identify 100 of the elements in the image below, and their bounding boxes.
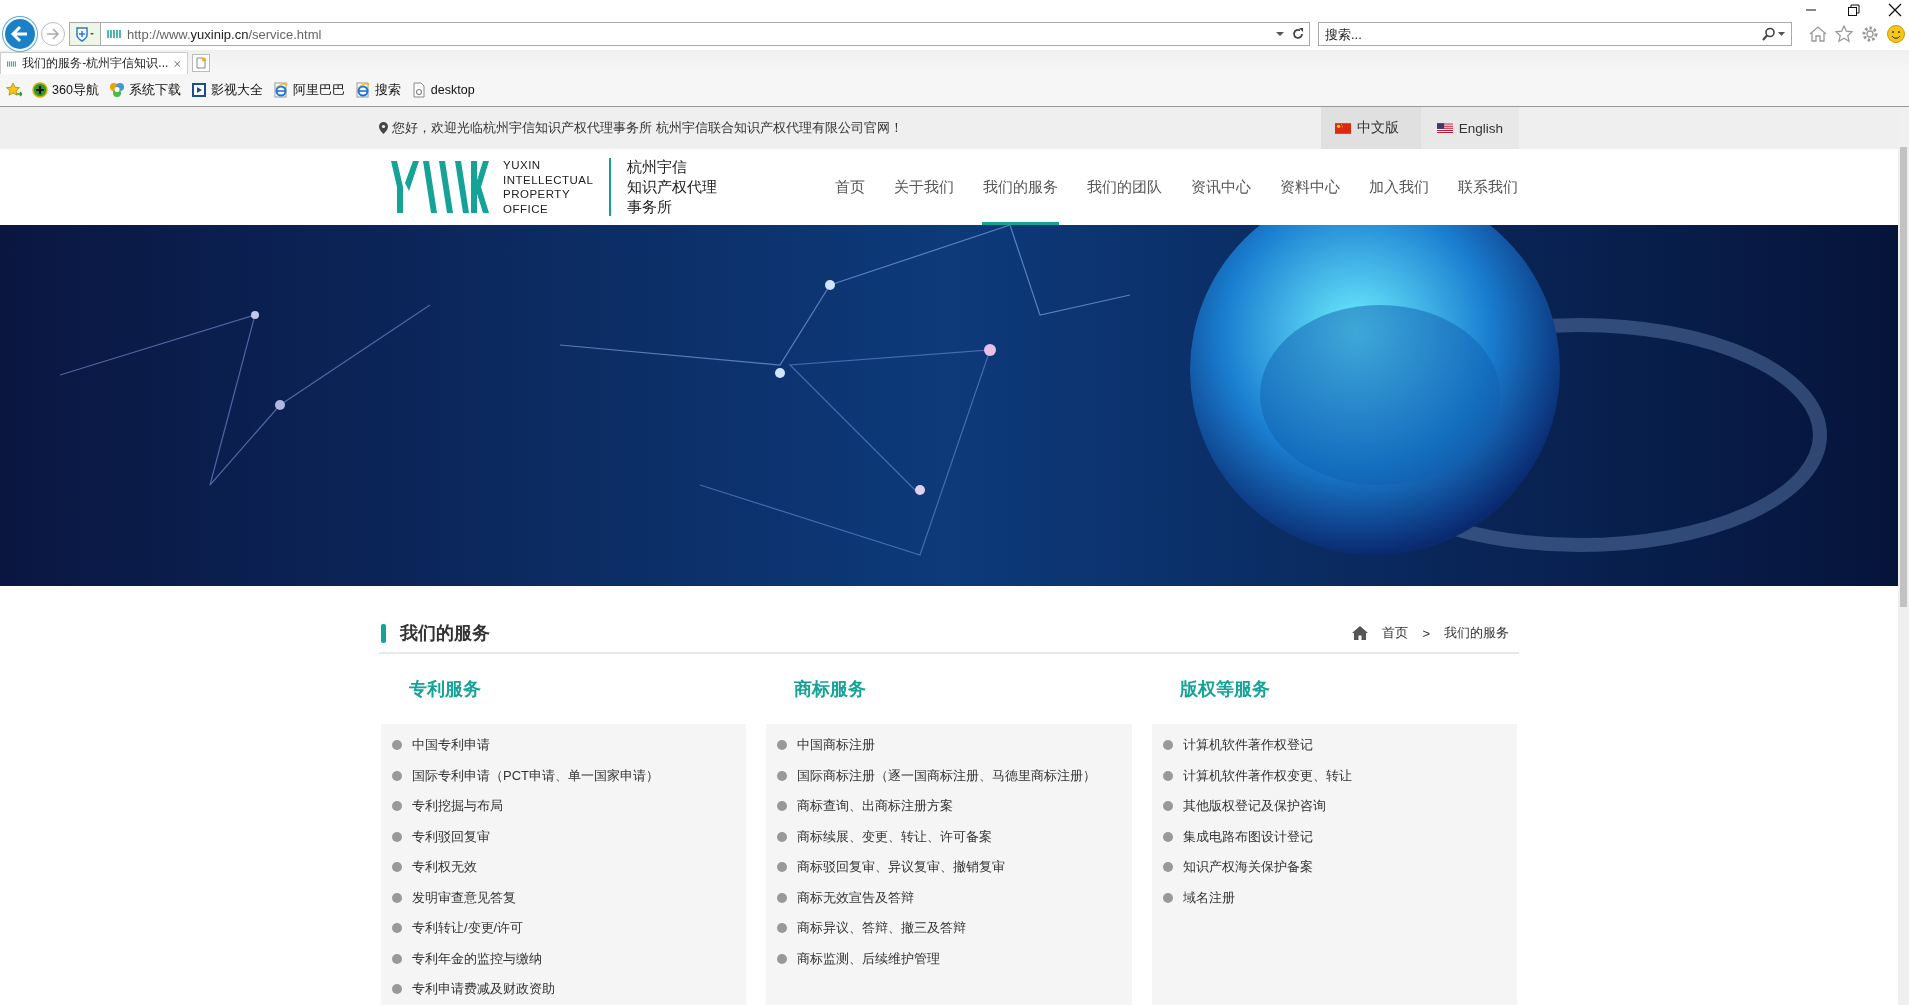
service-link[interactable]: 专利挖掘与布局 [412,797,503,816]
bullet-icon [777,892,788,903]
bullet-icon [392,770,402,781]
nav-link[interactable]: 我们的团队 [1086,149,1163,225]
breadcrumb-link[interactable]: 首页 [1382,624,1409,642]
bullet-icon [1162,770,1173,781]
service-link[interactable]: 计算机软件著作权变更、转让 [1182,766,1352,785]
flower-icon [108,82,125,98]
search-icon[interactable] [1762,27,1786,41]
refresh-icon[interactable] [1291,27,1305,41]
favorites-link[interactable]: 系统下载 [108,81,181,99]
language-button[interactable]: English [1420,107,1519,149]
service-link[interactable]: 商标无效宣告及答辩 [797,888,915,907]
favicon-icon [107,30,121,38]
service-link[interactable]: 专利转让/变更/许可 [412,919,524,938]
service-link[interactable]: 国际商标注册（逐一国商标注册、马德里商标注册） [797,766,1097,785]
scrollbar[interactable] [1898,107,1909,1005]
service-link[interactable]: 专利申请费减及财政资助 [412,980,555,999]
column-heading: 商标服务 [794,678,867,701]
nav-link[interactable]: 加入我们 [1368,149,1430,225]
column-heading: 版权等服务 [1179,678,1270,701]
bullet-icon [1162,862,1173,873]
dropdown-caret-icon[interactable] [1275,30,1285,38]
logo-icon [391,161,489,213]
service-link[interactable]: 商标续展、变更、转让、许可备案 [797,827,993,846]
back-arrow-icon [10,24,30,44]
bullet-icon [777,770,788,781]
language-button[interactable]: 中文版 [1320,107,1421,149]
url-text: http://www.yuxinip.cn/service.html [127,26,323,42]
search-field[interactable]: 搜索... [1318,22,1792,46]
bullet-icon [392,801,402,812]
bullet-icon [392,831,402,842]
service-link[interactable]: 商标异议、答辩、撤三及答辩 [797,919,967,938]
smiley-icon[interactable] [1886,24,1906,44]
bullet-icon [777,740,788,751]
new-page-icon [195,57,207,69]
service-link[interactable]: 专利年金的监控与缴纳 [412,949,542,968]
bullet-icon [392,740,402,751]
restore-icon[interactable] [1845,3,1861,17]
favorites-link[interactable]: 阿里巴巴 [272,81,345,99]
favorites-link[interactable]: 360导航 [32,81,99,99]
plus-circle-icon [32,82,48,98]
location-pin-icon [379,122,388,134]
film-icon [190,82,207,98]
breadcrumb-separator: > [1422,625,1430,641]
service-link[interactable]: 中国商标注册 [797,736,876,755]
home-icon[interactable] [1352,626,1369,640]
favorites-link[interactable]: 搜索 [354,81,401,99]
close-tab-icon[interactable] [174,58,181,69]
nav-link[interactable]: 资讯中心 [1190,149,1252,225]
favorites-link[interactable]: desktop [410,82,475,98]
service-link[interactable]: 其他版权登记及保护咨询 [1182,797,1326,816]
close-icon[interactable] [1887,3,1903,17]
breadcrumb-link[interactable]: 我们的服务 [1444,624,1509,642]
back-button[interactable] [3,17,37,51]
service-link[interactable]: 商标监测、后续维护管理 [797,949,941,968]
service-link[interactable]: 知识产权海关保护备案 [1182,858,1313,877]
service-link[interactable]: 专利权无效 [412,858,477,877]
bullet-icon [392,862,402,873]
service-link[interactable]: 计算机软件著作权登记 [1182,736,1313,755]
service-link[interactable]: 域名注册 [1182,888,1235,907]
star-icon[interactable] [1834,24,1854,44]
browser-e-icon [272,82,289,98]
welcome-text: 您好，欢迎光临杭州宇信知识产权代理事务所 杭州宇信联合知识产权代理有限公司官网！ [392,119,903,137]
service-link[interactable]: 发明审查意见答复 [412,888,516,907]
bullet-icon [1162,740,1173,751]
title-accent-bar [381,623,386,643]
shield-icon[interactable] [75,26,95,42]
favorites-link[interactable]: 影视大全 [190,81,263,99]
nav-link[interactable]: 首页 [834,149,866,225]
column-heading: 专利服务 [409,678,481,701]
nav-link[interactable]: 联系我们 [1457,149,1519,225]
service-link[interactable]: 国际专利申请（PCT申请、单一国家申请） [412,766,659,785]
browser-tab[interactable]: 我们的服务-杭州宇信知识... [0,52,188,74]
bullet-icon [777,923,788,934]
settings-icon[interactable] [1860,24,1880,44]
service-link[interactable]: 商标查询、出商标注册方案 [797,797,954,816]
service-link[interactable]: 专利驳回复审 [412,827,490,846]
nav-link[interactable]: 资料中心 [1279,149,1341,225]
address-field[interactable]: http://www.yuxinip.cn/service.html [69,22,1310,46]
bullet-icon [1162,801,1173,812]
bullet-icon [777,862,788,873]
service-link[interactable]: 中国专利申请 [412,736,490,755]
bullet-icon [392,953,402,964]
bullet-icon [392,923,402,934]
logo-english-name: YUXIN INTELLECTUAL PROPERTY OFFICE [503,158,612,216]
document-icon [410,82,427,98]
bullet-icon [392,892,402,903]
china-flag-icon [1334,122,1351,134]
nav-link[interactable]: 关于我们 [893,149,955,225]
service-link[interactable]: 集成电路布图设计登记 [1182,827,1313,846]
us-flag-icon [1436,122,1453,134]
bullet-icon [392,984,402,995]
logo-chinese-name: 杭州宇信 知识产权代理 事务所 [627,158,718,217]
bullet-icon [1162,831,1173,842]
section-title: 我们的服务 [400,622,490,645]
forward-arrow-icon [46,27,60,41]
favorites-star-icon[interactable] [6,82,22,98]
bullet-icon [777,953,788,964]
service-link[interactable]: 商标驳回复审、异议复审、撤销复审 [797,858,1006,877]
